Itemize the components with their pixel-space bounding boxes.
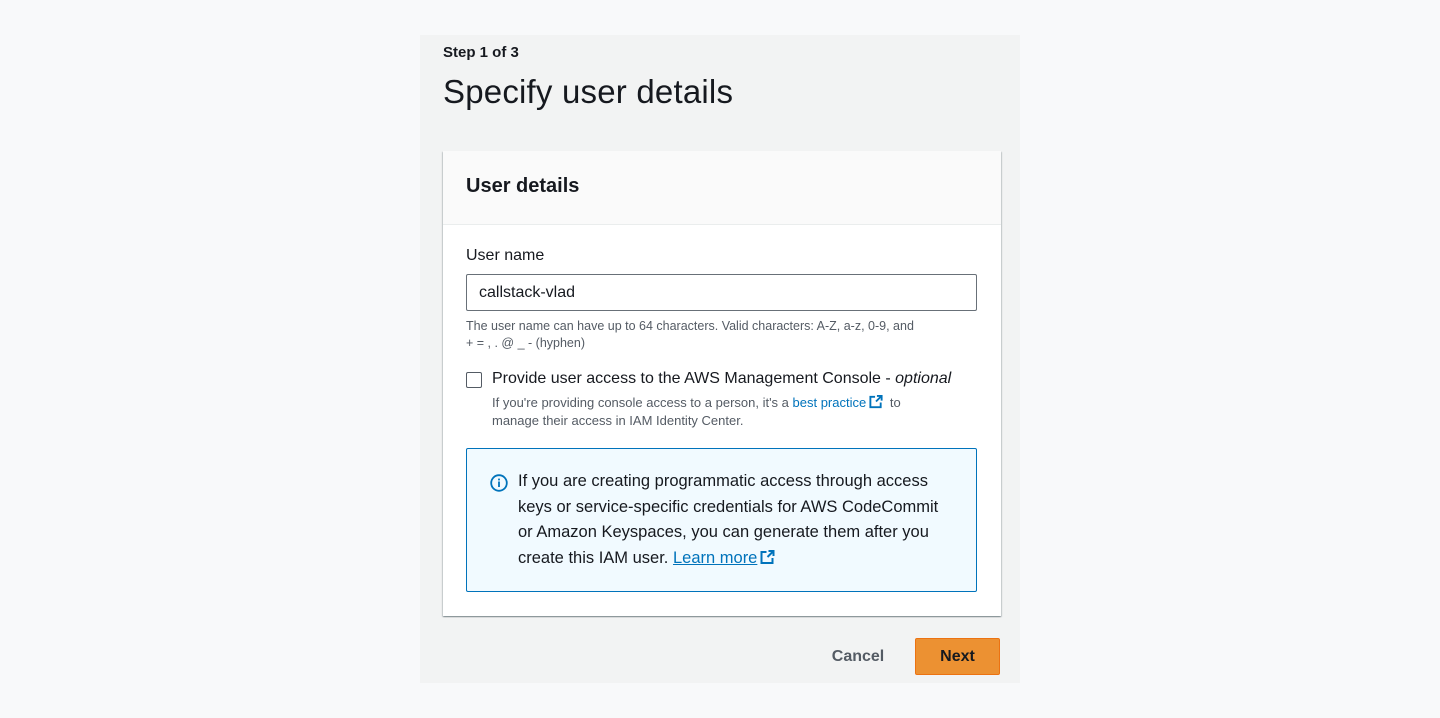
info-circle-icon (490, 474, 508, 492)
desc-after: to (886, 395, 901, 410)
cancel-button[interactable]: Cancel (818, 639, 898, 675)
info-alert: If you are creating programmatic access … (466, 448, 977, 592)
desc-before: If you're providing console access to a … (492, 395, 793, 410)
optional-tag: optional (895, 370, 952, 387)
info-message: If you are creating programmatic access … (518, 469, 958, 571)
username-input[interactable] (466, 274, 977, 311)
username-constraint: The user name can have up to 64 characte… (466, 318, 981, 352)
card-title: User details (466, 175, 580, 197)
page-title: Specify user details (443, 73, 734, 110)
card-header: User details (443, 151, 1001, 225)
console-access-label-text: Provide user access to the AWS Managemen… (492, 370, 896, 387)
info-line-4: create this IAM user. Learn more (518, 546, 958, 572)
info-line-3: or Amazon Keyspaces, you can generate th… (518, 523, 929, 541)
user-details-card: User details User name The user name can… (443, 151, 1001, 616)
info-line-2: keys or service-specific credentials for… (518, 497, 939, 516)
console-access-description: If you're providing console access to a … (492, 394, 962, 430)
info-line-4-text: create this IAM user. (518, 548, 673, 567)
constraint-line-1: The user name can have up to 64 characte… (466, 319, 914, 333)
username-label: User name (466, 247, 545, 264)
best-practice-link[interactable]: best practice (793, 395, 867, 410)
constraint-line-2: + = , . @ _ - (hyphen) (466, 336, 585, 350)
step-indicator: Step 1 of 3 (443, 44, 519, 61)
console-access-label[interactable]: Provide user access to the AWS Managemen… (492, 370, 951, 388)
desc-line-2: manage their access in IAM Identity Cent… (492, 413, 744, 428)
console-access-checkbox[interactable] (466, 372, 482, 388)
next-button[interactable]: Next (915, 638, 1000, 675)
learn-more-link[interactable]: Learn more (673, 549, 757, 567)
info-line-1: If you are creating programmatic access … (518, 472, 928, 490)
create-user-wizard: Step 1 of 3 Specify user details User de… (420, 35, 1020, 683)
external-link-icon[interactable] (868, 394, 884, 409)
external-link-icon[interactable] (759, 549, 776, 565)
